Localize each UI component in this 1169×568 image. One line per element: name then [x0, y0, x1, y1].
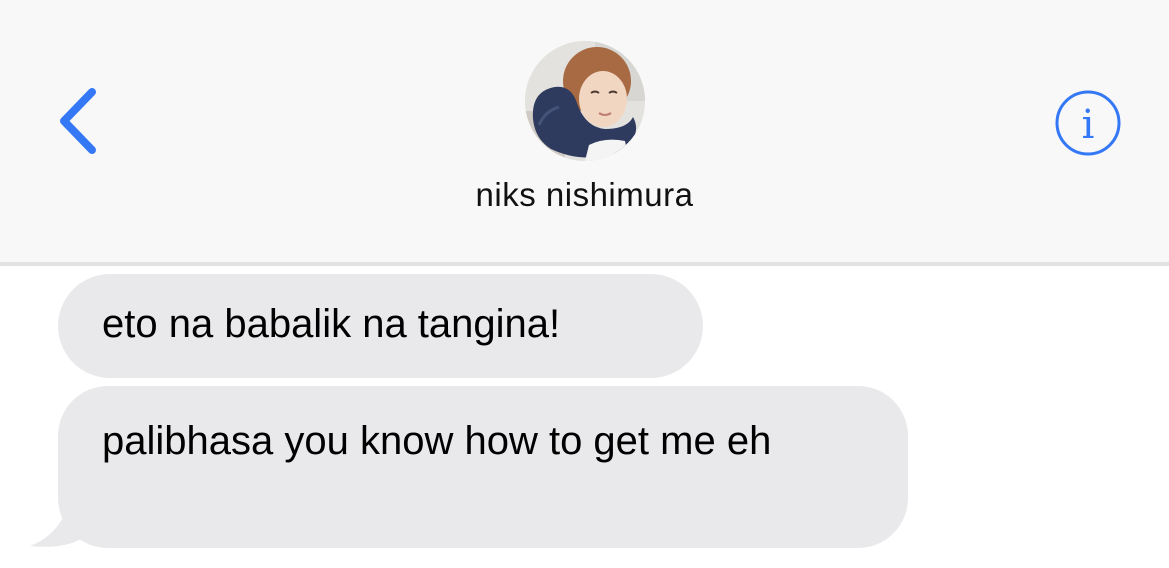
chevron-left-icon [60, 88, 96, 154]
contact-avatar[interactable] [525, 41, 645, 161]
avatar-photo [525, 41, 645, 161]
message-text: palibhasa you know how to get me eh [102, 419, 772, 463]
svg-text:i: i [1082, 102, 1095, 148]
info-button[interactable]: i [1054, 89, 1124, 159]
info-icon: i [1055, 90, 1121, 156]
conversation-header: niks nishimura i [0, 0, 1169, 266]
incoming-message-bubble[interactable]: palibhasa you know how to get me eh [58, 386, 908, 548]
message-text: eto na babalik na tangina! [102, 302, 561, 346]
contact-name[interactable]: niks nishimura [0, 176, 1169, 214]
back-button[interactable] [52, 84, 112, 160]
message-thread[interactable]: eto na babalik na tangina! palibhasa you… [0, 266, 1169, 568]
incoming-message-bubble[interactable]: eto na babalik na tangina! [58, 274, 703, 378]
